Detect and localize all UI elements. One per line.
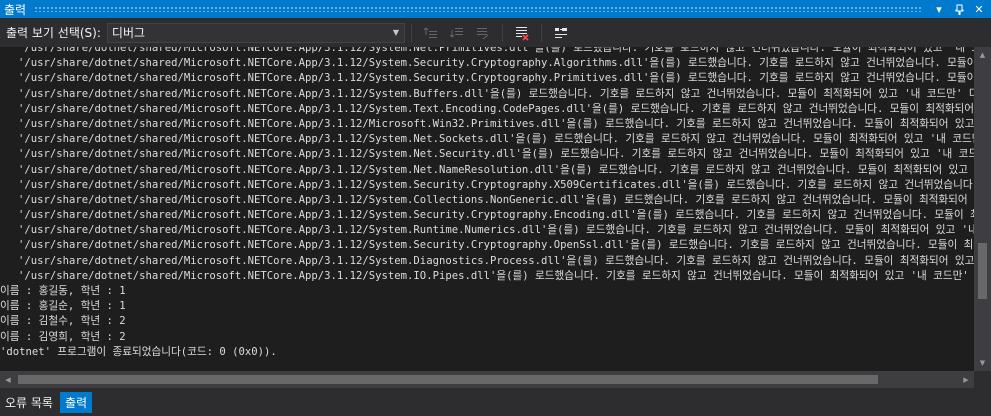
clear-all-icon	[515, 26, 529, 41]
find-message-icon	[476, 27, 489, 39]
window-title: 출력	[4, 2, 27, 17]
output-line: '/usr/share/dotnet/shared/Microsoft.NETC…	[18, 87, 974, 100]
output-line: '/usr/share/dotnet/shared/Microsoft.NETC…	[18, 224, 974, 237]
chevron-down-icon: ▼	[392, 28, 399, 37]
toggle-word-wrap-button[interactable]	[550, 22, 572, 44]
go-to-next-message-button[interactable]	[446, 22, 468, 44]
tab-error-list[interactable]: 오류 목록	[0, 392, 58, 413]
show-output-from-label: 출력 보기 선택(S):	[6, 26, 101, 40]
find-message-button[interactable]	[472, 22, 494, 44]
pin-icon[interactable]	[951, 1, 967, 17]
output-line: 이름 : 홍길동, 학년 : 1	[0, 285, 126, 297]
output-line: '/usr/share/dotnet/shared/Microsoft.NETC…	[18, 133, 974, 146]
output-window-titlebar: 출력 ▾ ✕	[0, 0, 991, 18]
tool-window-tabs: 오류 목록 출력	[0, 388, 991, 416]
output-line: '/usr/share/dotnet/shared/Microsoft.NETC…	[18, 117, 974, 130]
output-line: '/usr/share/dotnet/shared/Microsoft.NETC…	[18, 193, 968, 206]
output-source-value: 디버그	[111, 26, 146, 40]
tab-output[interactable]: 출력	[59, 391, 93, 413]
output-source-dropdown[interactable]: 디버그 ▼	[106, 22, 405, 43]
output-line: '/usr/share/dotnet/shared/Microsoft.NETC…	[18, 47, 974, 54]
clear-all-button[interactable]	[511, 22, 533, 44]
previous-message-icon	[423, 26, 437, 38]
output-line: 'dotnet' 프로그램이 종료되었습니다(코드: 0 (0x0)).	[0, 345, 277, 358]
vertical-scroll-thumb[interactable]	[978, 243, 987, 299]
output-line: '/usr/share/dotnet/shared/Microsoft.NETC…	[18, 269, 969, 282]
output-pane[interactable]: '/usr/share/dotnet/shared/Microsoft.NETC…	[0, 47, 991, 388]
drag-grip[interactable]	[34, 6, 923, 12]
toolbar-separator	[501, 23, 503, 42]
horizontal-scroll-thumb[interactable]	[18, 375, 878, 384]
next-message-icon	[449, 27, 463, 38]
scroll-down-icon[interactable]: ▼	[974, 355, 991, 371]
output-line: '/usr/share/dotnet/shared/Microsoft.NETC…	[18, 178, 974, 191]
output-line: '/usr/share/dotnet/shared/Microsoft.NETC…	[18, 254, 974, 267]
scroll-left-icon[interactable]: ◀	[0, 371, 16, 388]
close-icon[interactable]: ✕	[971, 1, 987, 17]
output-text[interactable]: '/usr/share/dotnet/shared/Microsoft.NETC…	[0, 47, 974, 377]
word-wrap-icon	[554, 27, 567, 38]
output-line: 이름 : 홍길순, 학년 : 1	[0, 300, 126, 313]
scroll-right-icon[interactable]: ▶	[958, 371, 974, 388]
output-line: '/usr/share/dotnet/shared/Microsoft.NETC…	[18, 239, 974, 252]
scroll-up-icon[interactable]: ▲	[974, 47, 991, 63]
vertical-scrollbar[interactable]: ▲ ▼	[974, 47, 991, 371]
toolbar-separator	[410, 23, 412, 42]
output-line: '/usr/share/dotnet/shared/Microsoft.NETC…	[18, 163, 969, 176]
chevron-down-icon[interactable]: ▾	[931, 1, 947, 17]
toolbar-separator	[540, 23, 542, 42]
output-line: '/usr/share/dotnet/shared/Microsoft.NETC…	[18, 57, 974, 70]
output-line: '/usr/share/dotnet/shared/Microsoft.NETC…	[18, 209, 974, 222]
horizontal-scrollbar[interactable]: ◀ ▶	[0, 371, 974, 388]
output-line: '/usr/share/dotnet/shared/Microsoft.NETC…	[18, 148, 974, 161]
output-line: '/usr/share/dotnet/shared/Microsoft.NETC…	[18, 102, 974, 115]
output-toolbar: 출력 보기 선택(S): 디버그 ▼	[0, 18, 991, 47]
output-line: 이름 : 김영희, 학년 : 2	[0, 330, 126, 343]
output-line: 이름 : 김철수, 학년 : 2	[0, 315, 126, 328]
scrollbar-corner	[974, 371, 991, 388]
output-line: '/usr/share/dotnet/shared/Microsoft.NETC…	[18, 72, 974, 85]
go-to-previous-message-button[interactable]	[420, 22, 442, 44]
